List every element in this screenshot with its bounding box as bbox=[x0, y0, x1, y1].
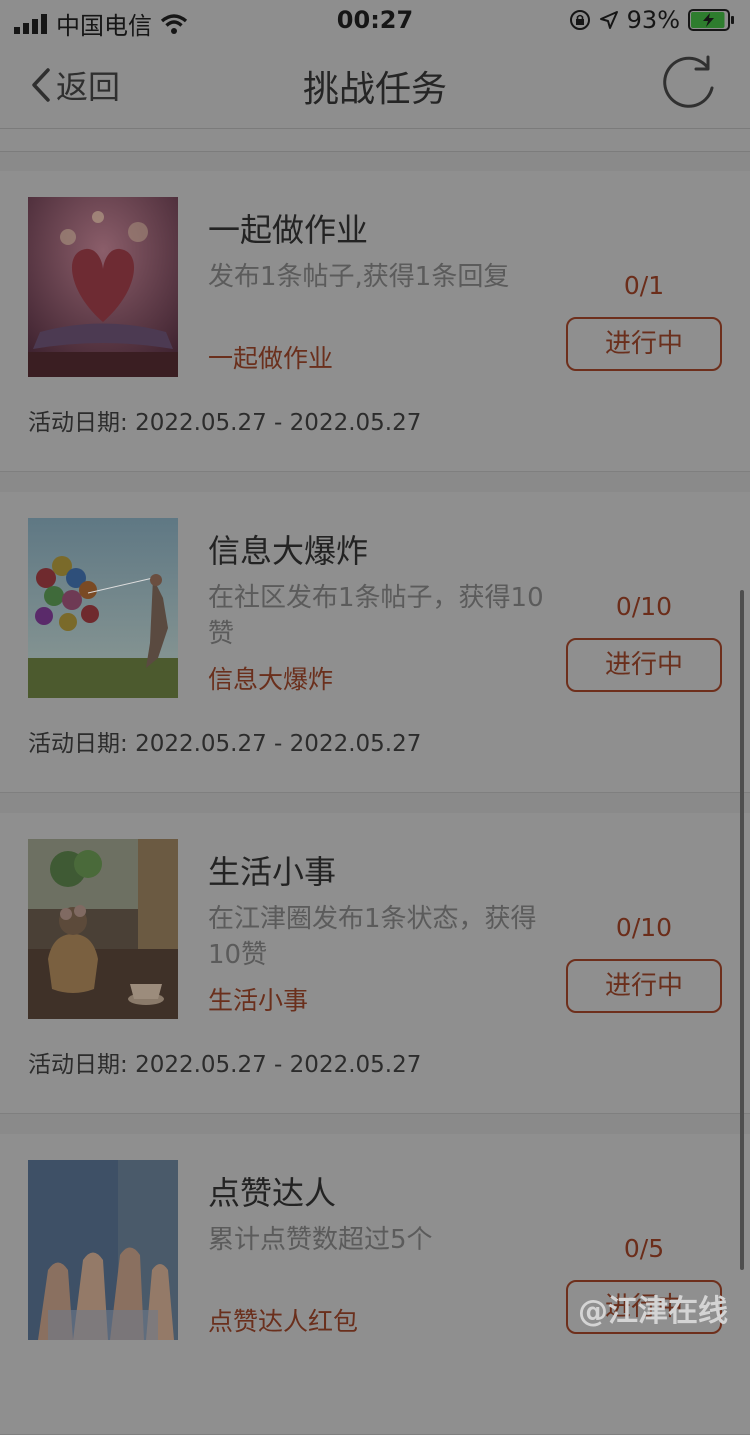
task-status-button[interactable]: 进行中 bbox=[566, 317, 722, 371]
card-gap bbox=[0, 472, 750, 492]
task-card[interactable]: 一起做作业 发布1条帖子,获得1条回复 一起做作业 0/1 进行中 活动日期: … bbox=[0, 171, 750, 472]
date-range: 2022.05.27 - 2022.05.27 bbox=[135, 410, 422, 436]
task-title: 信息大爆炸 bbox=[208, 532, 369, 570]
task-tag: 点赞达人红包 bbox=[208, 1307, 359, 1336]
battery-charging-icon bbox=[688, 9, 734, 31]
task-thumbnail bbox=[28, 518, 178, 698]
task-progress: 0/1 bbox=[623, 271, 665, 300]
date-label: 活动日期: bbox=[28, 1052, 128, 1078]
battery-percent: 93% bbox=[626, 6, 680, 34]
card-gap bbox=[0, 1114, 750, 1134]
task-thumbnail bbox=[28, 1160, 178, 1340]
date-range: 2022.05.27 - 2022.05.27 bbox=[135, 731, 422, 757]
task-list[interactable]: 一起做作业 发布1条帖子,获得1条回复 一起做作业 0/1 进行中 活动日期: … bbox=[0, 171, 750, 1435]
card-gap bbox=[0, 793, 750, 813]
task-title: 点赞达人 bbox=[208, 1174, 337, 1212]
status-bar: 中国电信 00:27 93% bbox=[0, 0, 750, 40]
task-status-button[interactable]: 进行中 bbox=[566, 959, 722, 1013]
task-tag: 一起做作业 bbox=[208, 344, 334, 373]
watermark: @江津在线 bbox=[578, 1294, 728, 1329]
location-arrow-icon bbox=[599, 11, 618, 29]
task-date: 活动日期: 2022.05.27 - 2022.05.27 bbox=[28, 1045, 421, 1079]
rotation-lock-icon bbox=[569, 10, 590, 30]
task-status-button[interactable]: 进行中 bbox=[566, 638, 722, 692]
task-thumbnail bbox=[28, 839, 178, 1019]
task-description: 在江津圈发布1条状态，获得10赞 bbox=[208, 904, 537, 970]
page-title: 挑战任务 bbox=[302, 69, 447, 110]
task-title: 一起做作业 bbox=[208, 211, 369, 249]
task-tag: 生活小事 bbox=[208, 986, 309, 1015]
refresh-icon[interactable] bbox=[660, 54, 720, 114]
date-label: 活动日期: bbox=[28, 731, 128, 757]
date-range: 2022.05.27 - 2022.05.27 bbox=[135, 1052, 422, 1078]
task-progress: 0/10 bbox=[615, 913, 673, 942]
task-description: 累计点赞数超过5个 bbox=[208, 1225, 433, 1255]
task-card[interactable]: 生活小事 在江津圈发布1条状态，获得10赞 生活小事 0/10 进行中 活动日期… bbox=[0, 813, 750, 1114]
task-description: 发布1条帖子,获得1条回复 bbox=[208, 262, 510, 292]
section-divider bbox=[0, 151, 750, 172]
task-date: 活动日期: 2022.05.27 - 2022.05.27 bbox=[28, 403, 421, 437]
navigation-bar: 返回 挑战任务 bbox=[0, 40, 750, 129]
task-card[interactable]: 点赞达人 累计点赞数超过5个 点赞达人红包 0/5 进行中 bbox=[0, 1134, 750, 1435]
date-label: 活动日期: bbox=[28, 410, 128, 436]
task-thumbnail bbox=[28, 197, 178, 377]
task-progress: 0/5 bbox=[623, 1234, 665, 1263]
scrollbar[interactable] bbox=[740, 590, 744, 1270]
status-right: 93% bbox=[569, 6, 736, 34]
task-card[interactable]: 信息大爆炸 在社区发布1条帖子，获得10赞 信息大爆炸 0/10 进行中 活动日… bbox=[0, 492, 750, 793]
task-description: 在社区发布1条帖子，获得10赞 bbox=[208, 583, 544, 649]
task-title: 生活小事 bbox=[208, 853, 337, 891]
task-tag: 信息大爆炸 bbox=[208, 665, 334, 694]
task-date: 活动日期: 2022.05.27 - 2022.05.27 bbox=[28, 724, 421, 758]
task-progress: 0/10 bbox=[615, 592, 673, 621]
